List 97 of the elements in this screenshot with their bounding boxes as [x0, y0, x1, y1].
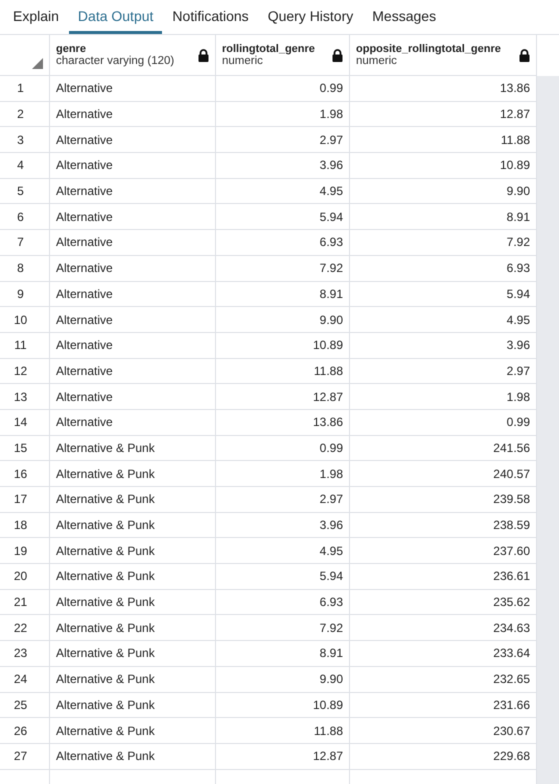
column-name: opposite_rollingtotal_genre — [356, 43, 501, 55]
table-cell: Alternative & Punk — [50, 461, 216, 486]
row-number: 13 — [0, 384, 50, 409]
scrollbar-track[interactable] — [537, 76, 559, 784]
table-cell: 11.88 — [216, 718, 350, 743]
table-cell: 7.92 — [216, 615, 350, 640]
table-cell: Alternative & Punk — [50, 718, 216, 743]
tab[interactable]: Data Output — [68, 0, 162, 34]
table-cell: 8.91 — [216, 641, 350, 666]
column-header[interactable]: rollingtotal_genre numeric — [216, 35, 350, 75]
table-cell: 13.86 — [216, 410, 350, 435]
column-type: character varying (120) — [56, 55, 174, 67]
table-cell: 2.97 — [216, 127, 350, 152]
table-cell: Alternative — [50, 230, 216, 255]
table-cell: Alternative — [50, 178, 216, 204]
column-type: numeric — [356, 55, 398, 67]
table-cell: 9.90 — [216, 666, 350, 692]
row-number: 12 — [0, 358, 50, 384]
table-cell: 1.98 — [216, 461, 350, 486]
row-number: 1 — [0, 76, 50, 101]
row-number: 25 — [0, 692, 50, 718]
table-cell: Alternative — [50, 76, 216, 101]
table-cell: Alternative & Punk — [50, 590, 216, 614]
row-number: 27 — [0, 744, 50, 769]
table-cell: Alternative — [50, 384, 216, 409]
row-number: 23 — [0, 641, 50, 666]
table-cell: 4.95 — [216, 178, 350, 204]
row-number: 7 — [0, 230, 50, 255]
table-cell: Alternative & Punk — [50, 512, 216, 538]
table-cell: 4.95 — [216, 538, 350, 564]
table-cell: Alternative — [50, 256, 216, 280]
row-number: 10 — [0, 307, 50, 332]
column-name: rollingtotal_genre — [222, 43, 315, 55]
table-cell: Alternative — [50, 153, 216, 178]
table-cell: Alternative & Punk — [50, 641, 216, 666]
table-cell: Alternative & Punk — [50, 692, 216, 718]
row-number: 20 — [0, 564, 50, 589]
row-number: 22 — [0, 615, 50, 640]
table-cell: Alternative — [50, 204, 216, 230]
table-cell: 6.93 — [216, 230, 350, 255]
tab[interactable]: Query History — [258, 0, 362, 34]
row-number: 4 — [0, 153, 50, 178]
row-number: 9 — [0, 282, 50, 306]
row-number: 24 — [0, 666, 50, 692]
table-cell: 5.94 — [216, 564, 350, 589]
sort-triangle-icon — [32, 58, 43, 69]
row-number: 3 — [0, 127, 50, 152]
column-header[interactable]: opposite_rollingtotal_genre numeric — [350, 35, 537, 75]
table-cell: 3.96 — [216, 153, 350, 178]
table-cell: 0.99 — [216, 436, 350, 460]
table-cell: Alternative & Punk — [50, 615, 216, 640]
row-number: 18 — [0, 512, 50, 538]
table-cell: Alternative & Punk — [50, 436, 216, 460]
table-cell: 7.92 — [216, 256, 350, 280]
row-number: 16 — [0, 461, 50, 486]
row-number: 8 — [0, 256, 50, 280]
table-cell: 6.93 — [216, 590, 350, 614]
table-cell: 9.90 — [216, 307, 350, 332]
table-cell: 0.99 — [216, 76, 350, 101]
table-cell: Alternative — [50, 307, 216, 332]
table-cell: 10.89 — [216, 332, 350, 358]
table-cell: Alternative & Punk — [50, 538, 216, 564]
column-name: genre — [56, 43, 87, 55]
table-cell: 12.87 — [216, 744, 350, 769]
row-number: 17 — [0, 487, 50, 512]
tab[interactable]: Explain — [4, 0, 68, 34]
table-cell: 1.98 — [216, 102, 350, 126]
table-cell: Alternative & Punk — [50, 666, 216, 692]
table-cell: 8.91 — [216, 282, 350, 306]
row-number: 6 — [0, 204, 50, 230]
table-cell: Alternative & Punk — [50, 487, 216, 512]
table-cell: 3.96 — [216, 512, 350, 538]
table-cell: 11.88 — [216, 358, 350, 384]
table-cell: Alternative — [50, 282, 216, 306]
table-cell: 10.89 — [216, 692, 350, 718]
row-number: 21 — [0, 590, 50, 614]
tab[interactable]: Messages — [363, 0, 446, 34]
row-number: 26 — [0, 718, 50, 743]
table-cell: 2.97 — [216, 487, 350, 512]
column-header[interactable]: genre character varying (120) — [50, 35, 216, 75]
table-cell: Alternative & Punk — [50, 744, 216, 769]
table-cell: Alternative — [50, 358, 216, 384]
row-number: 19 — [0, 538, 50, 564]
table-cell: Alternative — [50, 410, 216, 435]
table-cell: Alternative & Punk — [50, 564, 216, 589]
row-number: 2 — [0, 102, 50, 126]
table-cell: Alternative — [50, 127, 216, 152]
table-cell: 12.87 — [216, 384, 350, 409]
table-cell: 5.94 — [216, 204, 350, 230]
row-number: 15 — [0, 436, 50, 460]
table-cell: Alternative — [50, 332, 216, 358]
row-number: 5 — [0, 178, 50, 204]
tab[interactable]: Notifications — [163, 0, 258, 34]
column-type: numeric — [222, 55, 264, 67]
row-number: 14 — [0, 410, 50, 435]
table-cell: Alternative — [50, 102, 216, 126]
row-number: 11 — [0, 332, 50, 358]
